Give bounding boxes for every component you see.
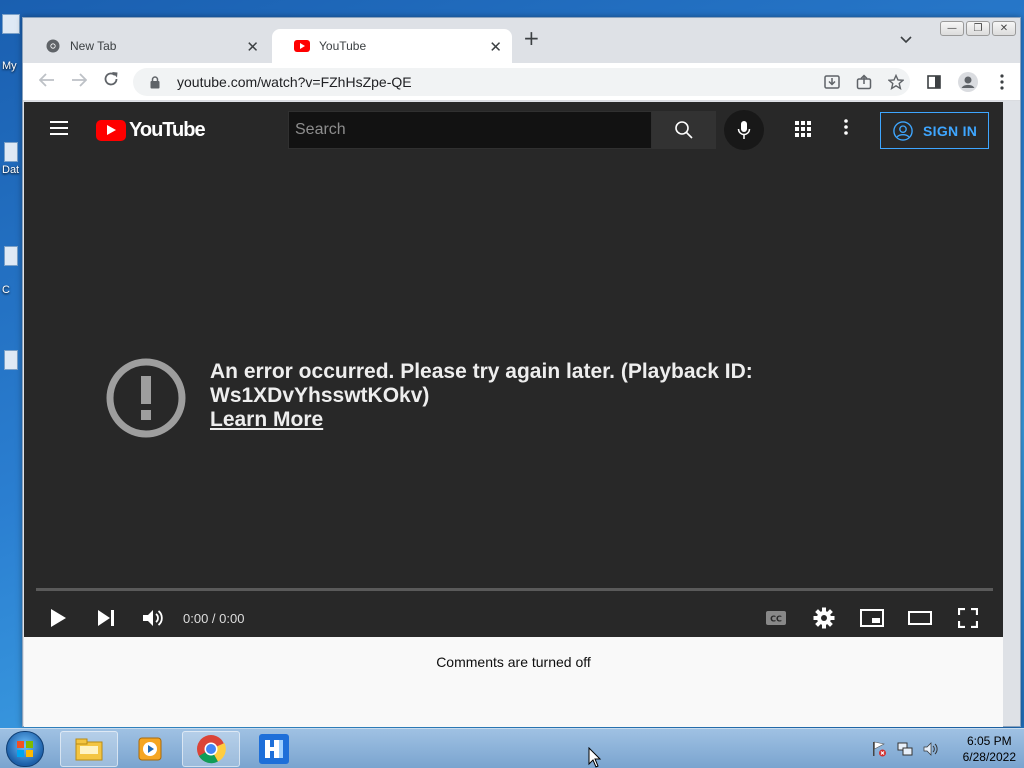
learn-more-link[interactable]: Learn More (210, 408, 323, 432)
apps-grid-icon[interactable] (794, 120, 812, 143)
fullscreen-icon (958, 608, 978, 628)
taskbar-app[interactable] (245, 731, 303, 767)
explorer-icon (75, 738, 103, 761)
clock-time: 6:05 PM (966, 734, 1012, 748)
install-icon[interactable] (822, 72, 842, 92)
gear-icon (813, 607, 835, 629)
windows-logo-icon (17, 741, 33, 757)
miniplayer-icon (860, 609, 884, 627)
profile-icon[interactable] (958, 72, 978, 92)
closed-captions-icon: CC (766, 611, 786, 625)
tray-icons (869, 739, 941, 759)
hamburger-menu-icon[interactable] (50, 121, 68, 135)
lock-icon[interactable] (145, 72, 165, 92)
search-icon (675, 121, 693, 139)
system-clock[interactable]: 6:05 PM 6/28/2022 (963, 733, 1016, 765)
chrome-icon (197, 735, 226, 764)
taskbar: 6:05 PM 6/28/2022 (0, 728, 1024, 768)
youtube-icon (294, 38, 310, 54)
media-player-icon (138, 737, 162, 761)
account-icon (893, 120, 913, 141)
desktop-icon[interactable] (4, 350, 18, 370)
play-icon (51, 609, 66, 627)
share-icon[interactable] (854, 72, 874, 92)
sign-in-button[interactable]: SIGN IN (880, 112, 989, 149)
desktop-label: Dat (2, 164, 20, 176)
next-button[interactable] (90, 602, 122, 634)
desktop-label: My (2, 60, 17, 72)
volume-tray-icon[interactable] (921, 739, 941, 759)
tab-title: New Tab (70, 39, 117, 53)
action-center-flag-icon[interactable] (869, 739, 889, 759)
captions-button[interactable]: CC (760, 602, 792, 634)
forward-button[interactable] (63, 72, 95, 92)
tab-strip: New Tab ✕ YouTube ✕ + (23, 26, 1020, 63)
start-button[interactable] (6, 731, 44, 767)
logo-text: YouTube (129, 119, 206, 141)
browser-toolbar: youtube.com/watch?v=FZhHsZpe-QE (23, 63, 1020, 101)
theater-mode-button[interactable] (904, 602, 936, 634)
desktop-icon[interactable] (4, 246, 18, 266)
volume-button[interactable] (137, 602, 169, 634)
volume-icon (143, 610, 163, 626)
youtube-play-logo-icon (96, 120, 126, 141)
desktop-label: C (2, 284, 10, 296)
back-button[interactable] (31, 72, 63, 92)
tab-close-icon[interactable]: ✕ (489, 38, 502, 56)
microphone-icon (737, 121, 751, 139)
browser-menu-icon[interactable] (992, 72, 1012, 92)
desktop-icon[interactable] (2, 14, 20, 34)
theater-mode-icon (908, 611, 932, 625)
toolbar-right (924, 72, 1012, 92)
taskbar-media-player[interactable] (121, 731, 179, 767)
below-player-area: Comments are turned off (24, 637, 1003, 727)
skip-next-icon (98, 610, 114, 626)
mouse-cursor-icon (588, 747, 602, 768)
system-tray: 6:05 PM 6/28/2022 (869, 733, 1016, 765)
taskbar-chrome[interactable] (182, 731, 240, 767)
error-message: An error occurred. Please try again late… (210, 360, 753, 407)
search-box (288, 111, 652, 149)
search-button[interactable] (652, 111, 716, 149)
error-message-block: An error occurred. Please try again late… (210, 360, 770, 432)
taskbar-explorer[interactable] (60, 731, 118, 767)
play-button[interactable] (42, 602, 74, 634)
error-exclamation-icon (106, 358, 186, 438)
side-panel-icon[interactable] (924, 72, 944, 92)
svg-text:CC: CC (770, 615, 782, 624)
sign-in-label: SIGN IN (923, 122, 978, 139)
browser-window: — ❐ ✕ New Tab ✕ YouTube ✕ + youtube.com/… (22, 17, 1021, 727)
reload-button[interactable] (95, 71, 127, 92)
youtube-player-page: YouTube SIGN IN (24, 102, 1003, 637)
new-tab-button[interactable]: + (523, 26, 540, 50)
network-icon[interactable] (895, 739, 915, 759)
settings-button[interactable] (808, 602, 840, 634)
app-icon (259, 734, 289, 764)
tab-youtube[interactable]: YouTube ✕ (272, 29, 512, 63)
search-input[interactable] (295, 121, 651, 139)
chrome-icon (45, 38, 61, 54)
desktop-icon[interactable] (4, 142, 18, 162)
time-display: 0:00 / 0:00 (183, 611, 245, 626)
miniplayer-button[interactable] (856, 602, 888, 634)
url-text: youtube.com/watch?v=FZhHsZpe-QE (177, 74, 412, 90)
tab-close-icon[interactable]: ✕ (246, 38, 259, 56)
fullscreen-button[interactable] (952, 602, 984, 634)
player-controls: 0:00 / 0:00 CC (24, 598, 1003, 638)
tab-title: YouTube (319, 39, 367, 53)
tab-new-tab[interactable]: New Tab ✕ (23, 29, 269, 63)
comments-status: Comments are turned off (436, 654, 591, 670)
bookmark-star-icon[interactable] (886, 72, 906, 92)
youtube-logo[interactable]: YouTube (96, 119, 206, 142)
address-bar[interactable]: youtube.com/watch?v=FZhHsZpe-QE (133, 68, 910, 96)
voice-search-button[interactable] (724, 110, 764, 150)
progress-bar[interactable] (36, 588, 993, 591)
more-options-icon[interactable] (844, 118, 848, 141)
tab-search-icon[interactable] (900, 33, 912, 47)
clock-date: 6/28/2022 (962, 750, 1016, 764)
youtube-header: YouTube SIGN IN (24, 102, 1003, 158)
